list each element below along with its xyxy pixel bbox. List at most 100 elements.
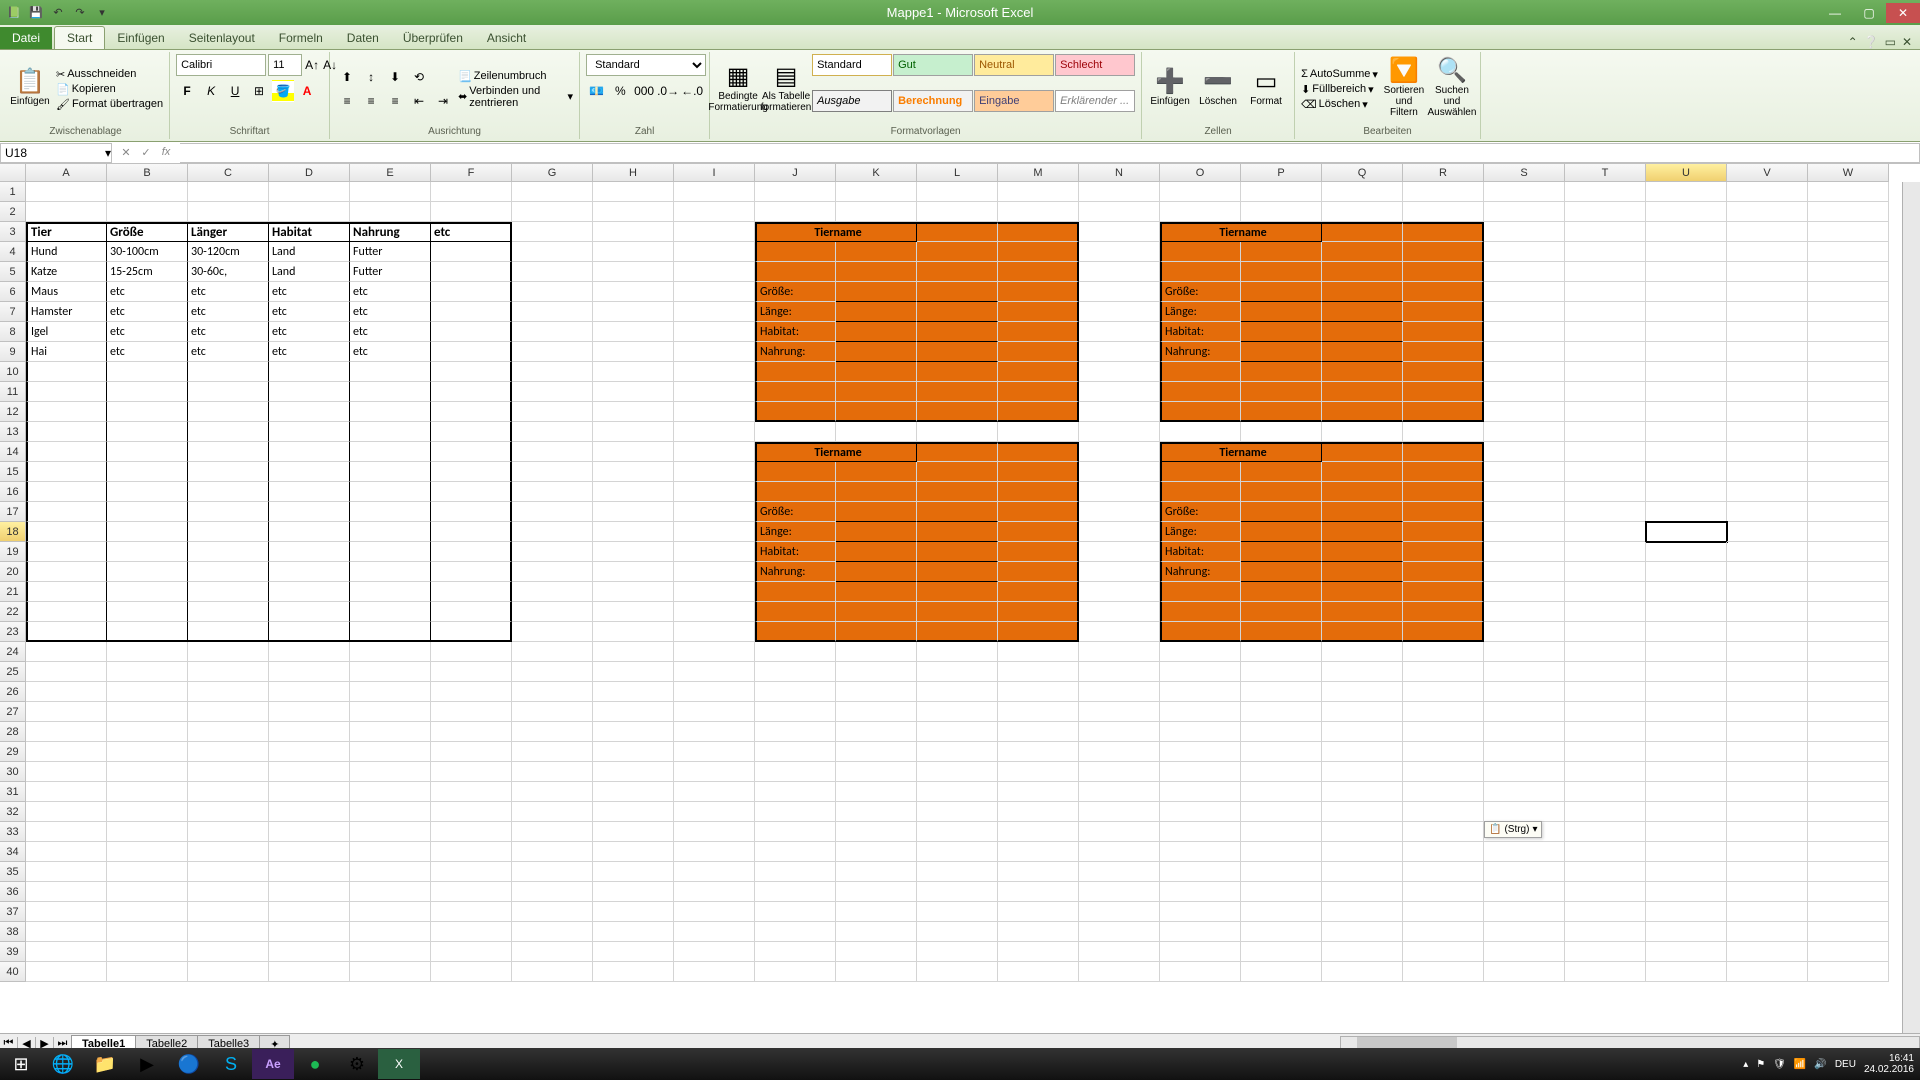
cell[interactable] bbox=[998, 342, 1079, 362]
undo-icon[interactable]: ↶ bbox=[49, 4, 67, 22]
formula-input[interactable] bbox=[180, 143, 1920, 163]
cell[interactable] bbox=[26, 482, 107, 502]
cell[interactable] bbox=[1646, 462, 1727, 482]
cell[interactable] bbox=[350, 462, 431, 482]
cell[interactable] bbox=[1565, 602, 1646, 622]
cell[interactable] bbox=[431, 342, 512, 362]
cell[interactable] bbox=[269, 702, 350, 722]
cell[interactable] bbox=[1241, 702, 1322, 722]
cell[interactable] bbox=[1403, 362, 1484, 382]
col-header[interactable]: S bbox=[1484, 164, 1565, 182]
row-header[interactable]: 39 bbox=[0, 942, 26, 962]
cell[interactable] bbox=[674, 462, 755, 482]
cell[interactable] bbox=[593, 862, 674, 882]
cell[interactable] bbox=[998, 962, 1079, 982]
cell[interactable] bbox=[593, 302, 674, 322]
cell[interactable] bbox=[674, 602, 755, 622]
cell[interactable]: etc bbox=[107, 322, 188, 342]
align-right-icon[interactable]: ≡ bbox=[384, 90, 406, 112]
cell[interactable] bbox=[917, 922, 998, 942]
cell[interactable] bbox=[1484, 562, 1565, 582]
border-button[interactable]: ⊞ bbox=[248, 80, 270, 102]
indent-inc-icon[interactable]: ⇥ bbox=[432, 90, 454, 112]
cell[interactable] bbox=[26, 942, 107, 962]
cell[interactable] bbox=[1241, 822, 1322, 842]
ie-icon[interactable]: 🌐 bbox=[42, 1049, 84, 1079]
cell[interactable]: Tier bbox=[26, 222, 107, 242]
cell[interactable] bbox=[593, 462, 674, 482]
cell[interactable] bbox=[1160, 642, 1241, 662]
cell[interactable] bbox=[26, 962, 107, 982]
cell[interactable] bbox=[269, 482, 350, 502]
cell[interactable] bbox=[188, 202, 269, 222]
cell[interactable] bbox=[269, 402, 350, 422]
cell[interactable] bbox=[998, 782, 1079, 802]
row-header[interactable]: 28 bbox=[0, 722, 26, 742]
cell[interactable] bbox=[26, 902, 107, 922]
cell[interactable] bbox=[512, 582, 593, 602]
cell[interactable] bbox=[1808, 742, 1889, 762]
cell[interactable]: Futter bbox=[350, 242, 431, 262]
cell[interactable] bbox=[917, 522, 998, 542]
col-header[interactable]: M bbox=[998, 164, 1079, 182]
cell[interactable] bbox=[1565, 242, 1646, 262]
cell[interactable] bbox=[593, 762, 674, 782]
cell[interactable] bbox=[1808, 922, 1889, 942]
cell[interactable] bbox=[1079, 782, 1160, 802]
cell[interactable] bbox=[1565, 922, 1646, 942]
close-button[interactable]: ✕ bbox=[1886, 3, 1920, 23]
cell[interactable] bbox=[431, 182, 512, 202]
row-header[interactable]: 26 bbox=[0, 682, 26, 702]
row-header[interactable]: 30 bbox=[0, 762, 26, 782]
cell[interactable] bbox=[836, 602, 917, 622]
cell[interactable] bbox=[350, 422, 431, 442]
cell[interactable] bbox=[917, 362, 998, 382]
excel-icon[interactable]: 📗 bbox=[5, 4, 23, 22]
cell[interactable] bbox=[1403, 862, 1484, 882]
cell[interactable] bbox=[188, 902, 269, 922]
cell[interactable] bbox=[350, 622, 431, 642]
paste-button[interactable]: 📋 Einfügen bbox=[8, 54, 52, 120]
cell[interactable] bbox=[1565, 962, 1646, 982]
cell[interactable] bbox=[1565, 502, 1646, 522]
cell[interactable] bbox=[188, 622, 269, 642]
cell[interactable] bbox=[1241, 782, 1322, 802]
cell[interactable] bbox=[188, 722, 269, 742]
cell[interactable] bbox=[188, 822, 269, 842]
cell[interactable] bbox=[512, 482, 593, 502]
cell[interactable]: etc bbox=[107, 302, 188, 322]
cell[interactable] bbox=[26, 782, 107, 802]
media-icon[interactable]: ▶ bbox=[126, 1049, 168, 1079]
cell[interactable]: Größe: bbox=[1160, 282, 1241, 302]
cell[interactable] bbox=[1322, 542, 1403, 562]
cell[interactable] bbox=[917, 302, 998, 322]
cell[interactable] bbox=[512, 742, 593, 762]
cell[interactable] bbox=[1646, 302, 1727, 322]
cell[interactable] bbox=[350, 702, 431, 722]
cell[interactable] bbox=[431, 862, 512, 882]
align-center-icon[interactable]: ≡ bbox=[360, 90, 382, 112]
cut-button[interactable]: ✂ Ausschneiden bbox=[56, 68, 163, 81]
cell[interactable] bbox=[1241, 202, 1322, 222]
cell[interactable] bbox=[107, 662, 188, 682]
cell[interactable] bbox=[593, 922, 674, 942]
row-header[interactable]: 10 bbox=[0, 362, 26, 382]
cell[interactable]: Habitat: bbox=[755, 542, 836, 562]
cell[interactable] bbox=[1565, 722, 1646, 742]
steam-icon[interactable]: ⚙ bbox=[336, 1049, 378, 1079]
cell[interactable] bbox=[431, 602, 512, 622]
cell[interactable] bbox=[1079, 742, 1160, 762]
percent-icon[interactable]: % bbox=[610, 80, 632, 102]
row-header[interactable]: 35 bbox=[0, 862, 26, 882]
cell[interactable] bbox=[674, 682, 755, 702]
cell[interactable] bbox=[1160, 862, 1241, 882]
cell[interactable]: etc bbox=[188, 322, 269, 342]
cell[interactable] bbox=[917, 742, 998, 762]
cell[interactable] bbox=[1565, 182, 1646, 202]
cancel-formula-icon[interactable]: ✕ bbox=[116, 146, 136, 159]
cell[interactable] bbox=[107, 382, 188, 402]
cell[interactable] bbox=[1403, 782, 1484, 802]
cell[interactable] bbox=[674, 262, 755, 282]
cell[interactable] bbox=[1403, 482, 1484, 502]
cell[interactable]: Hund bbox=[26, 242, 107, 262]
